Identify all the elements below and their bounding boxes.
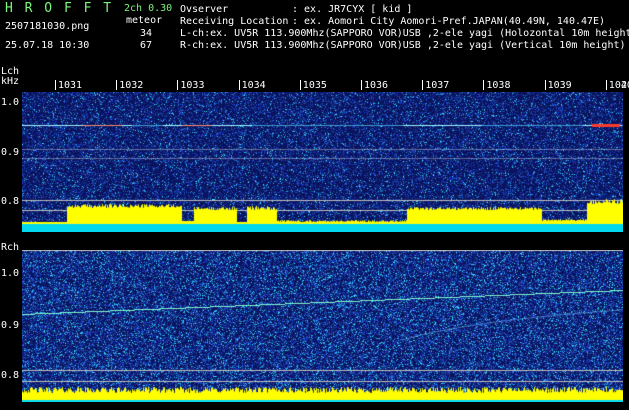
- rch-count: 67: [140, 40, 153, 51]
- unit-label: kHz: [1, 76, 20, 87]
- lch-info: L-ch:ex. UV5R 113.900Mhz(SAPPORO VOR)USB…: [180, 28, 629, 39]
- rch-freq-tick-2: 0.9: [1, 320, 20, 331]
- time-tick: 1037: [425, 80, 450, 91]
- time-tick: 1034: [241, 80, 266, 91]
- rch-spectrogram: [22, 250, 623, 402]
- location-label: Receiving Location: [180, 16, 289, 27]
- mode-label: meteor: [126, 15, 163, 26]
- observer-value: : ex. JR7CYX [ kid ]: [292, 4, 413, 15]
- app-name: H R O F F T: [5, 1, 114, 16]
- observer-label: Ovserver: [180, 4, 229, 15]
- time-tick: 1038: [486, 80, 511, 91]
- time-tick-mark: [361, 80, 362, 90]
- app-version: 2ch 0.30: [124, 3, 173, 14]
- time-tick: 1035: [302, 80, 327, 91]
- time-tick-mark: [177, 80, 179, 90]
- rch-info: R-ch:ex. UV5R 113.900Mhz(SAPPORO VOR)USB…: [180, 40, 626, 51]
- lch-freq-tick-1: 1.0: [1, 97, 20, 108]
- lch-freq-tick-3: 0.8: [1, 196, 20, 207]
- time-tick-mark: [238, 80, 240, 90]
- rch-freq-tick-3: 0.8: [1, 370, 20, 381]
- hroft-window: H R O F F T 2ch 0.30 2507181030.png mete…: [0, 0, 629, 410]
- datetime: 25.07.18 10:30: [5, 40, 90, 51]
- location-value: : ex. Aomori City Aomori-Pref.JAPAN(40.4…: [292, 16, 606, 27]
- image-filename: 2507181030.png: [5, 21, 90, 32]
- time-tick-mark: [483, 80, 485, 90]
- time-tick-mark: [544, 80, 546, 90]
- time-tick-mark: [116, 80, 118, 90]
- time-tick: 1040: [608, 80, 629, 91]
- lch-freq-tick-2: 0.9: [1, 147, 20, 158]
- rch-label: Rch: [1, 242, 20, 253]
- rch-freq-tick-1: 1.0: [1, 268, 20, 279]
- time-tick: 1032: [119, 80, 144, 91]
- lch-count: 34: [140, 28, 153, 39]
- time-tick-mark: [605, 80, 607, 90]
- time-tick-mark: [422, 80, 424, 90]
- time-tick-mark: [299, 80, 301, 90]
- lch-spectrogram: [22, 92, 623, 232]
- time-tick: 1039: [547, 80, 572, 91]
- time-tick: 1031: [58, 80, 83, 91]
- time-tick: 1033: [180, 80, 205, 91]
- time-tick-mark: [55, 80, 56, 90]
- time-tick: 1036: [364, 80, 389, 91]
